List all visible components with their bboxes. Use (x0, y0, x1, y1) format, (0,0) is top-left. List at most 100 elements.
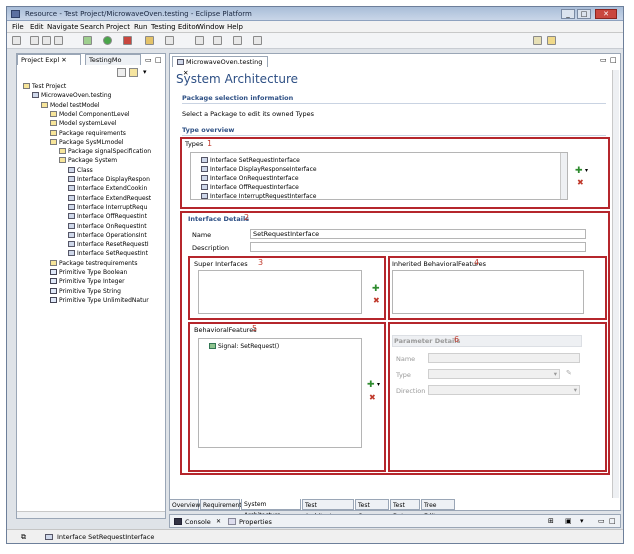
left-pane-horizontal-scrollbar[interactable] (17, 511, 165, 518)
tree-item[interactable]: Package testrequirements (50, 259, 165, 268)
next-annotation-icon[interactable] (195, 36, 204, 45)
search-icon[interactable] (165, 36, 174, 45)
list-item[interactable]: Interface InterruptRequestInterface (201, 192, 316, 201)
debug-icon[interactable] (83, 36, 92, 45)
tab-project-explorer[interactable]: Project Expl ✕ (17, 54, 81, 65)
tree-item[interactable]: Primitive Type Integer (50, 277, 165, 286)
remove-super-interface-icon[interactable]: ✖ (373, 297, 381, 305)
remove-type-icon[interactable]: ✖ (577, 179, 585, 187)
tree-item[interactable]: Model ComponentLevel (50, 110, 165, 119)
display-console-icon[interactable]: ▾ (580, 517, 584, 525)
menu-search[interactable]: Search (80, 23, 104, 31)
tab-console[interactable]: Console (185, 518, 211, 526)
tree-item[interactable]: Primitive Type Boolean (50, 268, 165, 277)
editor-minimize-icon[interactable]: ▭ (600, 56, 607, 64)
tree-item[interactable]: Interface OffRequestInt (68, 212, 165, 221)
tree-item[interactable]: Interface ResetRequestI (68, 240, 165, 249)
tree-item[interactable]: Primitive Type String (50, 287, 165, 296)
menu-window[interactable]: Window (197, 23, 225, 31)
tree-item[interactable]: Interface DisplayRespon (68, 175, 165, 184)
tree-item[interactable]: Interface OperationsInt (68, 231, 165, 240)
editor-maximize-icon[interactable]: □ (610, 56, 617, 64)
tab-testing-model[interactable]: TestingMo (85, 54, 141, 65)
close-button[interactable]: ✕ (595, 9, 617, 19)
menu-run[interactable]: Run (134, 23, 147, 31)
inherited-features-list[interactable] (392, 270, 584, 314)
tree-item[interactable]: Package SysMLmodel (50, 138, 165, 147)
forward-icon[interactable] (253, 36, 262, 45)
perspective-icon[interactable] (533, 36, 542, 45)
remove-behavioral-feature-icon[interactable]: ✖ (369, 394, 377, 402)
close-icon[interactable]: ✕ (61, 56, 66, 64)
tree-item[interactable]: Model testModel (41, 101, 165, 110)
tree-item[interactable]: Interface SetRequestInt (68, 249, 165, 258)
tree-item[interactable]: Primitive Type UnlimitedNatur (50, 296, 165, 305)
add-behavioral-feature-icon[interactable]: ✚ (367, 381, 375, 390)
tree-item[interactable]: Interface ExtendCookin (68, 184, 165, 193)
menu-edit[interactable]: Edit (30, 23, 44, 31)
list-item[interactable]: Interface OnRequestInterface (201, 174, 299, 183)
fast-view-icon[interactable]: ⧉ (21, 533, 26, 542)
menu-testing-editor[interactable]: Testing Editor (151, 23, 199, 31)
resource-perspective-icon[interactable] (547, 36, 556, 45)
console-maximize-icon[interactable]: □ (609, 517, 616, 525)
tab-test-data[interactable]: Test Data (390, 499, 420, 520)
save-all-icon[interactable] (42, 36, 51, 45)
tree-item[interactable]: Class (68, 166, 165, 175)
view-menu-icon[interactable]: ▾ (143, 68, 147, 76)
list-item[interactable]: Signal: SetRequest() (209, 342, 279, 351)
tab-requirements[interactable]: Requirements (200, 499, 245, 510)
menu-navigate[interactable]: Navigate (47, 23, 78, 31)
prev-annotation-icon[interactable] (213, 36, 222, 45)
tab-overview[interactable]: Overview (169, 499, 200, 510)
add-type-dropdown-icon[interactable]: ▾ (585, 167, 588, 174)
tab-test-cases[interactable]: Test Cases (355, 499, 389, 520)
collapse-all-icon[interactable] (117, 68, 126, 77)
maximize-view-icon[interactable]: □ (155, 56, 162, 64)
add-super-interface-icon[interactable]: ✚ (372, 285, 380, 294)
name-field[interactable]: SetRequestInterface (250, 229, 586, 239)
tree-item[interactable]: Package System (59, 156, 165, 165)
types-list-scrollbar[interactable] (560, 153, 567, 199)
tab-properties[interactable]: Properties (239, 518, 272, 526)
editor-tab[interactable]: MicrowaveOven.testing ✕ (172, 56, 268, 77)
open-console-icon[interactable]: ⊞ (548, 517, 554, 525)
console-close-icon[interactable]: ✕ (216, 518, 221, 525)
pin-console-icon[interactable]: ▣ (565, 517, 572, 525)
menu-project[interactable]: Project (106, 23, 130, 31)
add-behavioral-feature-dropdown-icon[interactable]: ▾ (377, 381, 380, 388)
tree-item[interactable]: Interface OnRequestInt (68, 222, 165, 231)
add-type-icon[interactable]: ✚ (575, 167, 583, 176)
super-interfaces-list[interactable] (198, 270, 362, 314)
console-minimize-icon[interactable]: ▭ (598, 517, 605, 525)
minimize-button[interactable]: _ (561, 9, 575, 19)
behavioral-features-list[interactable]: Signal: SetRequest() (198, 338, 362, 448)
print-icon[interactable] (54, 36, 63, 45)
tab-tree-editor[interactable]: Tree Editor (421, 499, 455, 520)
tab-test-architecture[interactable]: Test Architecture (302, 499, 354, 520)
tab-system-architecture[interactable]: System Architecture (241, 499, 301, 519)
open-type-icon[interactable] (145, 36, 154, 45)
tree-item[interactable]: Interface ExtendRequest (68, 194, 165, 203)
list-item[interactable]: Interface SetRequestInterface (201, 156, 300, 165)
menu-file[interactable]: File (12, 23, 24, 31)
tree-item[interactable]: Test Project (23, 82, 165, 91)
link-editor-icon[interactable] (129, 68, 138, 77)
list-item[interactable]: Interface DisplayResponseInterface (201, 165, 317, 174)
new-icon[interactable] (12, 36, 21, 45)
save-icon[interactable] (30, 36, 39, 45)
types-list[interactable]: Interface SetRequestInterface Interface D… (190, 152, 568, 200)
external-tools-icon[interactable] (123, 36, 132, 45)
tree-item[interactable]: Model systemLevel (50, 119, 165, 128)
back-icon[interactable] (233, 36, 242, 45)
run-icon[interactable] (103, 36, 112, 45)
tree-item[interactable]: Package signalSpecification (59, 147, 165, 156)
tree-item[interactable]: Package requirements (50, 129, 165, 138)
minimize-view-icon[interactable]: ▭ (145, 56, 152, 64)
description-field[interactable] (250, 242, 586, 252)
menu-help[interactable]: Help (227, 23, 243, 31)
list-item[interactable]: Interface OffRequestInterface (201, 183, 299, 192)
tree-item[interactable]: Interface InterruptRequ (68, 203, 165, 212)
maximize-button[interactable]: □ (577, 9, 591, 19)
editor-scrollbar[interactable] (612, 70, 619, 498)
